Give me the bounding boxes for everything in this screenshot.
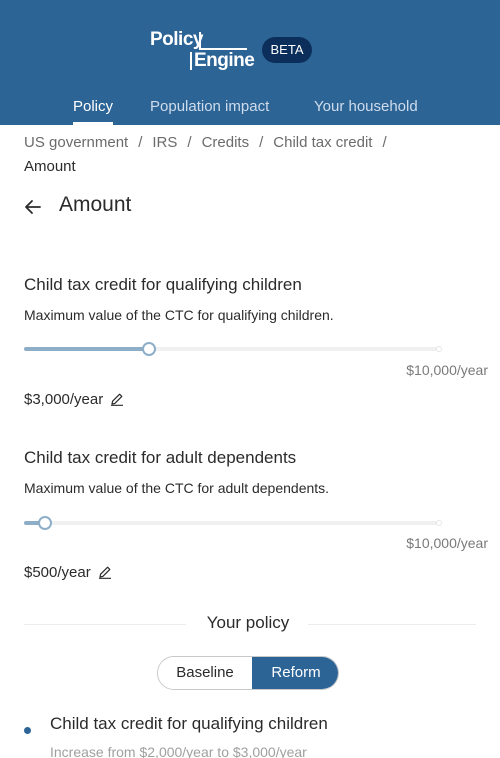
breadcrumb-separator: /	[382, 134, 387, 151]
beta-badge: BETA	[262, 37, 312, 63]
bullet-icon	[24, 727, 31, 734]
logo-text-bottom: Engine	[194, 50, 255, 71]
breadcrumb-separator: /	[259, 134, 264, 151]
page-title: Amount	[59, 193, 132, 216]
arrow-left-icon[interactable]	[24, 198, 42, 216]
breadcrumb-separator: /	[138, 134, 143, 151]
parameter-title: Child tax credit for adult dependents	[24, 448, 297, 467]
breadcrumb-item[interactable]: Credits	[202, 134, 250, 151]
slider-max-label: $10,000/year	[406, 535, 488, 551]
parameter-value-label: $3,000/year	[24, 391, 104, 408]
section-divider	[308, 624, 476, 625]
slider-rail[interactable]	[24, 521, 440, 525]
slider-max-label: $10,000/year	[406, 362, 488, 378]
breadcrumb: US government / IRS / Credits / Child tax cred…	[24, 131, 484, 179]
parameter-qualifying-children: Child tax credit for qualifying children…	[24, 274, 488, 408]
tab-policy[interactable]: Policy	[73, 96, 114, 125]
parameter-description: Maximum value of the CTC for qualifying …	[24, 307, 334, 323]
app-header: Policy Engine BETA Policy Population imp…	[0, 0, 500, 125]
tab-your-household[interactable]: Your household	[314, 96, 418, 125]
baseline-button[interactable]: Baseline	[158, 657, 252, 689]
breadcrumb-current: Amount	[24, 158, 76, 175]
slider-handle[interactable]	[38, 516, 52, 530]
slider-handle[interactable]	[142, 342, 156, 356]
policy-change-title: Child tax credit for qualifying children	[50, 714, 328, 733]
pencil-icon[interactable]	[98, 565, 112, 579]
pencil-icon[interactable]	[110, 392, 124, 406]
logo-text-top: Policy	[150, 29, 203, 50]
slider-max-dot	[436, 520, 442, 526]
parameter-value[interactable]: $3,000/year	[24, 391, 124, 408]
parameter-slider[interactable]	[24, 342, 442, 356]
your-policy-heading: Your policy	[206, 613, 290, 632]
breadcrumb-item[interactable]: Child tax credit	[273, 134, 372, 151]
parameter-value-label: $500/year	[24, 564, 91, 581]
main-tabs: Policy Population impact Your household	[0, 96, 500, 125]
parameter-title: Child tax credit for qualifying children	[24, 275, 302, 294]
logo-bar	[190, 52, 192, 70]
parameter-slider[interactable]	[24, 516, 442, 530]
breadcrumb-item[interactable]: IRS	[152, 134, 177, 151]
slider-track	[24, 347, 149, 351]
parameter-value[interactable]: $500/year	[24, 564, 112, 581]
parameter-adult-dependents: Child tax credit for adult dependents Ma…	[24, 447, 488, 581]
policyengine-logo[interactable]: Policy Engine	[150, 29, 255, 72]
breadcrumb-item[interactable]: US government	[24, 134, 128, 151]
policy-change-description: Increase from $2,000/year to $3,000/year	[50, 744, 307, 758]
parameter-description: Maximum value of the CTC for adult depen…	[24, 480, 330, 496]
tab-population-impact[interactable]: Population impact	[150, 96, 269, 125]
reform-button[interactable]: Reform	[252, 657, 338, 689]
slider-max-dot	[436, 346, 442, 352]
breadcrumb-separator: /	[187, 134, 192, 151]
baseline-reform-toggle: Baseline Reform	[157, 656, 339, 690]
